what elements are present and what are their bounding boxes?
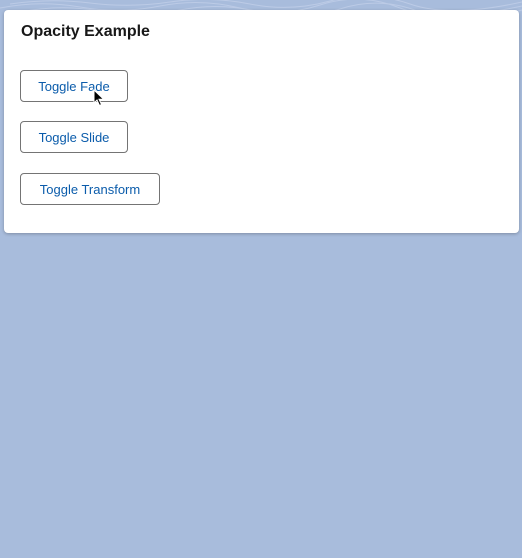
mouse-pointer-icon — [93, 89, 105, 107]
toggle-transform-button[interactable]: Toggle Transform — [20, 173, 160, 205]
toggle-slide-button[interactable]: Toggle Slide — [20, 121, 128, 153]
card-title: Opacity Example — [21, 23, 150, 40]
opacity-example-card: Opacity Example Toggle Fade Toggle Slide… — [4, 10, 519, 233]
toggle-fade-button[interactable]: Toggle Fade — [20, 70, 128, 102]
